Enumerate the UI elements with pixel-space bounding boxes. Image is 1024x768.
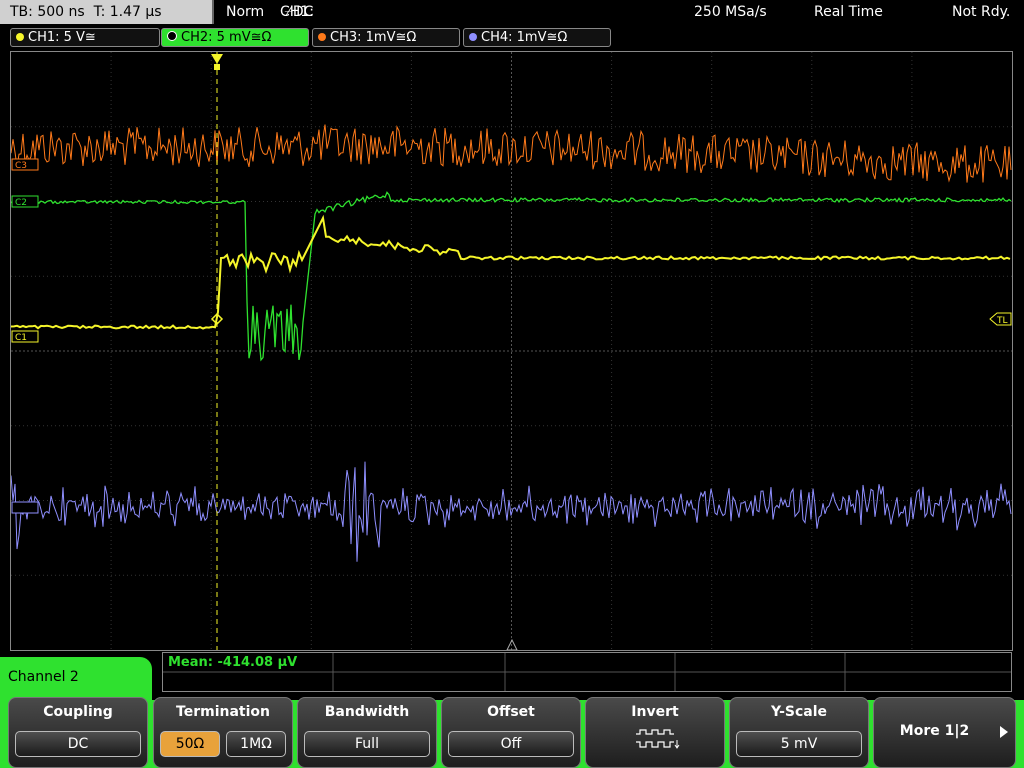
channel-3-label: CH3: 1mV≅Ω xyxy=(330,30,417,45)
channel-1-trace xyxy=(11,214,1011,330)
channel-3-marker-label: C3 xyxy=(15,161,27,171)
more-softkey[interactable]: More 1|2 xyxy=(873,697,1016,768)
channel-2-label: CH2: 5 mV≅Ω xyxy=(181,30,272,45)
offset-softkey[interactable]: Offset Off xyxy=(441,697,581,768)
termination-softkey[interactable]: Termination 50Ω 1MΩ xyxy=(153,697,293,768)
channel-1-marker-label: C1 xyxy=(15,333,27,343)
channel-3-dot-icon xyxy=(318,33,326,41)
trigger-mode[interactable]: Norm xyxy=(226,0,264,24)
channel-1-label: CH1: 5 V≅ xyxy=(28,30,96,45)
y-scale-title: Y-Scale xyxy=(770,704,827,720)
mean-measurement[interactable]: Mean: -414.08 µV xyxy=(168,655,297,670)
more-label: More 1|2 xyxy=(899,723,970,739)
invert-waveform-icon xyxy=(636,729,680,749)
trigger-level-marker-label: TL xyxy=(996,316,1008,326)
trigger-position-stem-icon xyxy=(214,64,220,70)
acquisition-state: Not Rdy. xyxy=(952,4,1011,20)
invert-softkey[interactable]: Invert xyxy=(585,697,725,768)
menu-tab-channel-2[interactable]: Channel 2 xyxy=(0,657,152,702)
channel-1-button[interactable]: CH1: 5 V≅ xyxy=(10,28,160,47)
y-scale-value[interactable]: 5 mV xyxy=(736,731,862,757)
coupling-title: Coupling xyxy=(43,704,113,720)
status-bar: Norm CH1: 1.2 V ⌿DC 250 MSa/s Real Time … xyxy=(214,0,1024,68)
coupling-value[interactable]: DC xyxy=(15,731,141,757)
channel-2-marker-label: C2 xyxy=(15,198,27,208)
channel-2-marker[interactable]: C2 xyxy=(11,195,39,208)
waveform-display[interactable]: C3 C2 C1 TL xyxy=(10,51,1013,651)
channel-2-dot-icon xyxy=(167,31,177,41)
trigger-info[interactable]: CH1: 1.2 V ⌿DC xyxy=(280,0,314,68)
bandwidth-softkey[interactable]: Bandwidth Full xyxy=(297,697,437,768)
channel-4-marker[interactable] xyxy=(11,501,39,514)
y-scale-softkey[interactable]: Y-Scale 5 mV xyxy=(729,697,869,768)
trigger-position-icon[interactable] xyxy=(211,54,223,64)
channel-3-marker[interactable]: C3 xyxy=(11,158,39,171)
channel-1-dot-icon xyxy=(16,33,24,41)
acquisition-mode: Real Time xyxy=(814,4,883,20)
sample-rate: 250 MSa/s xyxy=(694,4,767,20)
next-page-arrow-icon xyxy=(1000,726,1008,738)
channel-4-dot-icon xyxy=(469,33,477,41)
termination-1m-ohm-option[interactable]: 1MΩ xyxy=(226,731,286,757)
offset-value[interactable]: Off xyxy=(448,731,574,757)
channel-4-label: CH4: 1mV≅Ω xyxy=(481,30,568,45)
channel-2-button[interactable]: CH2: 5 mV≅Ω xyxy=(161,28,309,47)
channel-4-button[interactable]: CH4: 1mV≅Ω xyxy=(463,28,611,47)
channel-1-marker[interactable]: C1 xyxy=(11,330,39,343)
graticule xyxy=(11,52,1012,650)
channel-3-button[interactable]: CH3: 1mV≅Ω xyxy=(312,28,460,47)
trigger-time-value: T: 1.47 µs xyxy=(93,4,162,20)
offset-title: Offset xyxy=(487,704,535,720)
termination-title: Termination xyxy=(176,704,270,720)
coupling-softkey[interactable]: Coupling DC xyxy=(8,697,148,768)
invert-title: Invert xyxy=(631,704,679,720)
timebase-readout[interactable]: TB: 500 ns T: 1.47 µs xyxy=(0,0,214,24)
bandwidth-value[interactable]: Full xyxy=(304,731,430,757)
timebase-value: TB: 500 ns xyxy=(10,4,85,20)
menu-tab-label: Channel 2 xyxy=(8,669,79,685)
bandwidth-title: Bandwidth xyxy=(324,704,410,720)
termination-50-ohm-option[interactable]: 50Ω xyxy=(160,731,220,757)
trigger-level-marker[interactable]: TL xyxy=(989,312,1012,326)
